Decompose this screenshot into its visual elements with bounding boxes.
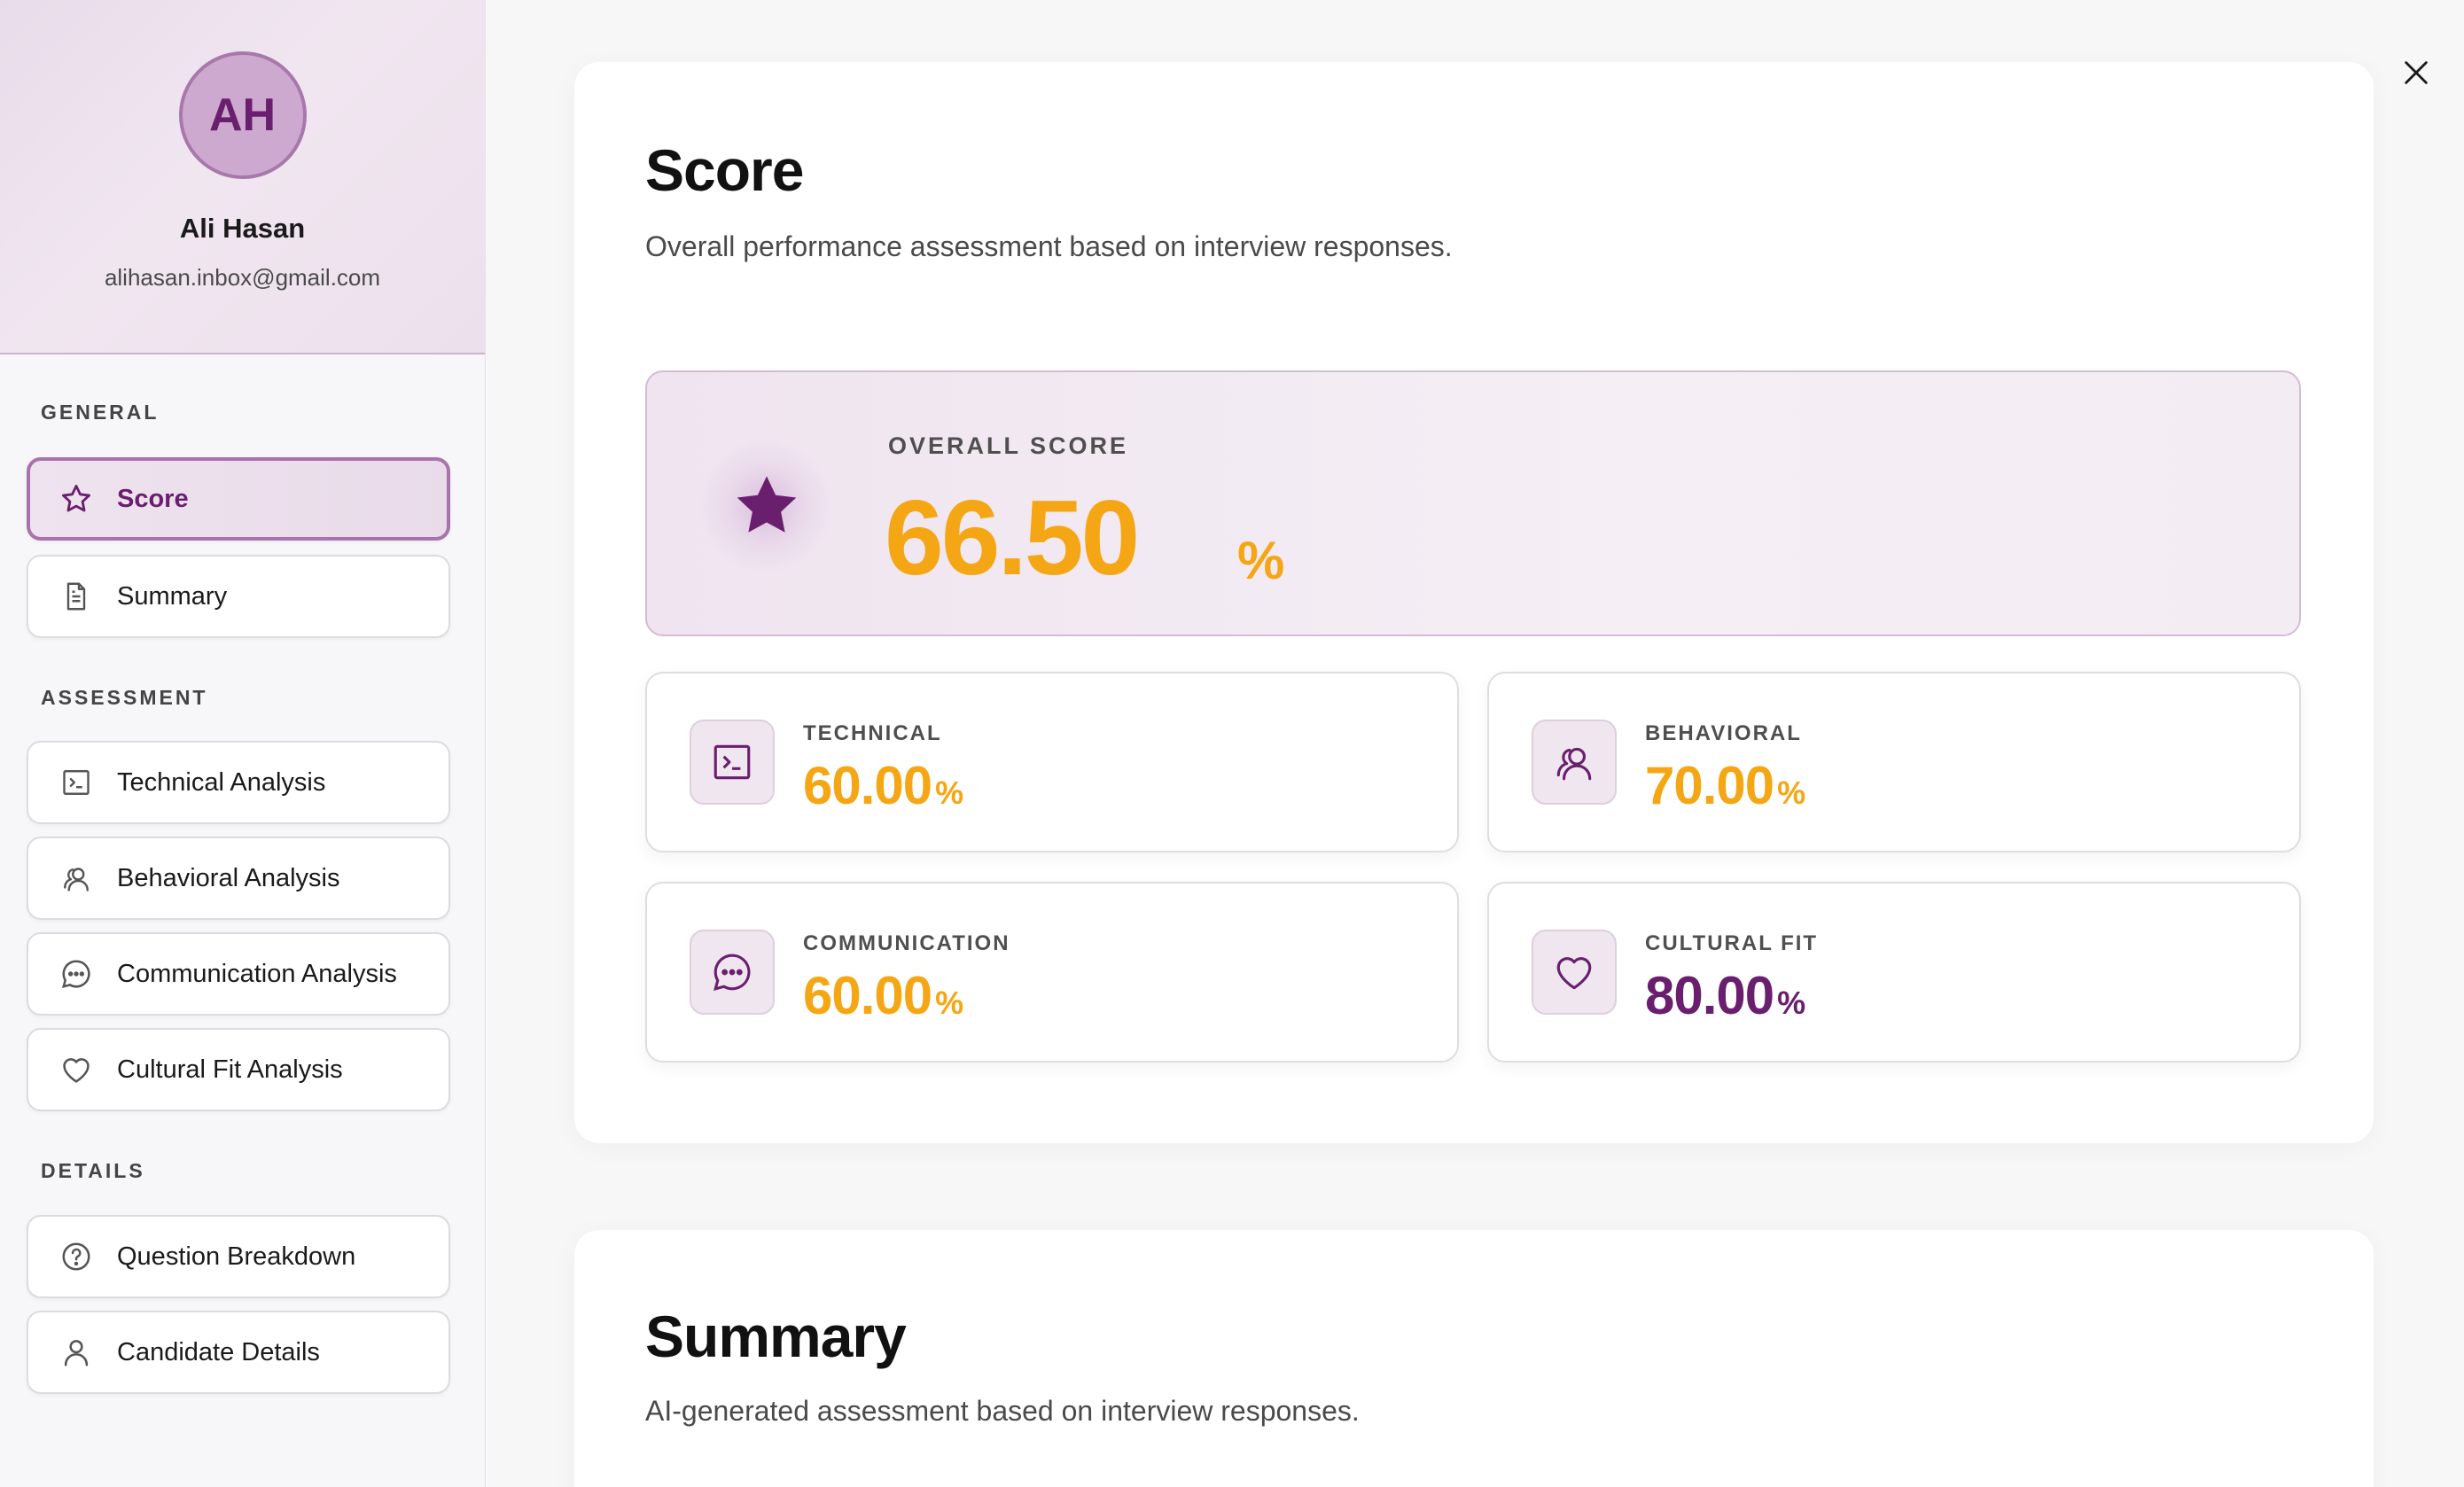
question-circle-icon: [58, 1239, 94, 1274]
metric-card-communication: COMMUNICATION 60.00%: [645, 882, 1459, 1063]
metric-label: CULTURAL FIT: [1645, 931, 1819, 955]
sidebar-item-label: Candidate Details: [117, 1337, 320, 1366]
overall-score-label: OVERALL SCORE: [888, 432, 1129, 459]
sidebar-item-technical-analysis[interactable]: Technical Analysis: [27, 741, 450, 824]
user-icon: [58, 1335, 94, 1370]
sidebar-item-cultural-fit-analysis[interactable]: Cultural Fit Analysis: [27, 1028, 450, 1111]
users-icon: [1532, 720, 1617, 805]
star-icon: [58, 481, 94, 517]
page-title: Score: [645, 137, 804, 203]
sidebar-item-question-breakdown[interactable]: Question Breakdown: [27, 1215, 450, 1298]
sidebar-item-behavioral-analysis[interactable]: Behavioral Analysis: [27, 837, 450, 920]
avatar: AH: [178, 51, 307, 179]
metric-value: 60.00%: [803, 756, 963, 815]
summary-subtitle: AI-generated assessment based on intervi…: [645, 1395, 1360, 1427]
chat-bubble-icon: [690, 930, 775, 1015]
sidebar-item-score[interactable]: Score: [27, 457, 450, 541]
close-icon: [2405, 61, 2428, 84]
overall-score-panel: OVERALL SCORE 66.50 %: [645, 370, 2301, 636]
metric-card-behavioral: BEHAVIORAL 70.00%: [1487, 672, 2301, 852]
nav-section-assessment: ASSESSMENT: [41, 686, 208, 709]
overall-score-value: 66.50: [885, 479, 1140, 597]
metric-value: 70.00%: [1645, 756, 1805, 815]
sidebar-item-label: Score: [117, 484, 189, 513]
document-icon: [58, 579, 94, 614]
users-icon: [58, 860, 94, 896]
metric-card-technical: TECHNICAL 60.00%: [645, 672, 1459, 852]
close-button[interactable]: [2397, 53, 2436, 92]
sidebar-item-label: Technical Analysis: [117, 767, 326, 797]
terminal-icon: [690, 720, 775, 805]
summary-section: Summary AI-generated assessment based on…: [574, 1230, 2374, 1487]
chat-bubble-icon: [58, 956, 94, 992]
candidate-email: alihasan.inbox@gmail.com: [104, 264, 381, 291]
metric-label: COMMUNICATION: [803, 931, 1010, 955]
heart-icon: [1532, 930, 1617, 1015]
metric-value: 60.00%: [803, 966, 963, 1025]
metric-label: TECHNICAL: [803, 721, 942, 745]
nav-section-details: DETAILS: [41, 1159, 145, 1182]
sidebar-item-label: Question Breakdown: [117, 1242, 356, 1271]
terminal-icon: [58, 765, 94, 800]
metric-value: 80.00%: [1645, 966, 1805, 1025]
sidebar-item-label: Summary: [117, 581, 228, 611]
sidebar-item-label: Cultural Fit Analysis: [117, 1055, 343, 1084]
sidebar: AH Ali Hasan alihasan.inbox@gmail.com GE…: [0, 0, 486, 1487]
metric-card-cultural-fit: CULTURAL FIT 80.00%: [1487, 882, 2301, 1063]
star-icon: [700, 440, 833, 572]
candidate-profile: AH Ali Hasan alihasan.inbox@gmail.com: [0, 0, 485, 354]
overall-score-unit: %: [1237, 531, 1285, 590]
sidebar-item-label: Communication Analysis: [117, 959, 397, 988]
score-section: Score Overall performance assessment bas…: [574, 62, 2374, 1143]
nav-section-general: GENERAL: [41, 401, 160, 424]
score-subtitle: Overall performance assessment based on …: [645, 230, 1453, 262]
summary-title: Summary: [645, 1304, 907, 1369]
candidate-name: Ali Hasan: [179, 213, 306, 244]
sidebar-item-candidate-details[interactable]: Candidate Details: [27, 1311, 450, 1394]
sidebar-item-label: Behavioral Analysis: [117, 863, 340, 892]
metric-label: BEHAVIORAL: [1645, 721, 1802, 745]
heart-icon: [58, 1052, 94, 1087]
sidebar-item-communication-analysis[interactable]: Communication Analysis: [27, 932, 450, 1016]
sidebar-item-summary[interactable]: Summary: [27, 555, 450, 638]
